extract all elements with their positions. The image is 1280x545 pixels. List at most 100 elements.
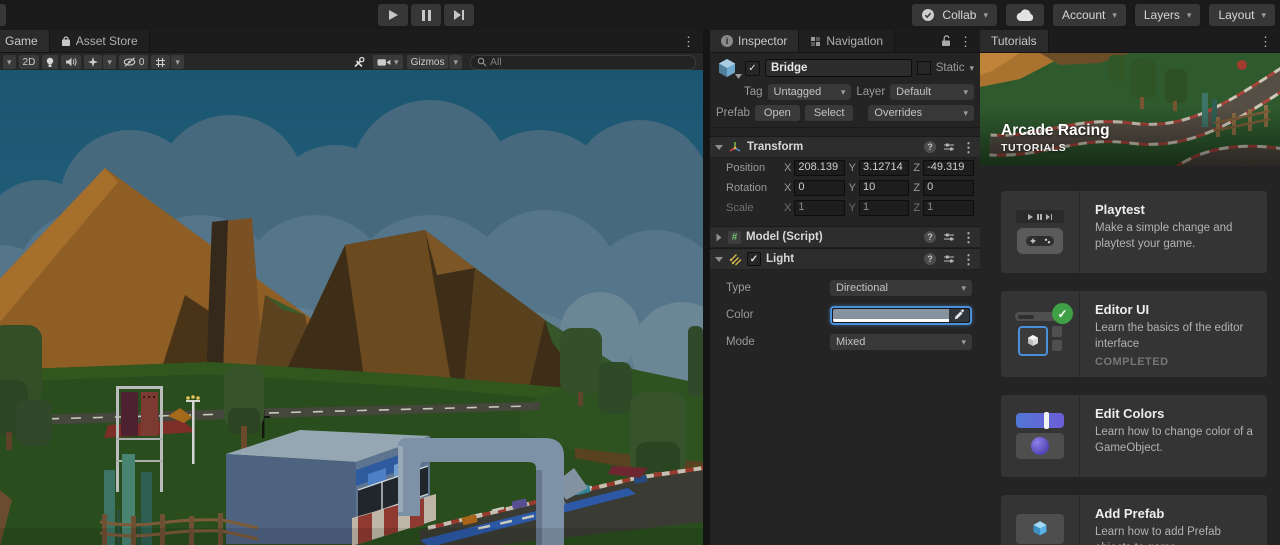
active-checkbox[interactable]: ✓: [745, 60, 760, 76]
layout-dropdown[interactable]: Layout ▾: [1209, 4, 1275, 26]
help-icon[interactable]: ?: [924, 253, 936, 265]
layers-dropdown[interactable]: Layers ▾: [1134, 4, 1201, 26]
tab-tutorials[interactable]: Tutorials: [980, 30, 1049, 52]
kebab-menu-icon[interactable]: ⋮: [962, 253, 975, 266]
lighting-toggle[interactable]: [42, 55, 59, 69]
kebab-menu-icon[interactable]: ⋮: [682, 35, 695, 48]
eyedropper-button[interactable]: [949, 308, 969, 322]
chevron-down-icon: ▾: [961, 282, 966, 293]
card-description: Learn how to add Prefab objects to game: [1095, 526, 1221, 545]
camera-dropdown[interactable]: ▾: [373, 55, 403, 69]
foldout-icon[interactable]: [715, 256, 723, 262]
2d-toggle[interactable]: 2D: [18, 55, 40, 69]
transform-component-header[interactable]: Transform ? ⋮: [710, 136, 980, 158]
tools-button[interactable]: [348, 55, 369, 69]
tab-asset-store-label: Asset Store: [75, 34, 138, 48]
game-viewport[interactable]: [0, 70, 703, 545]
sphere-tile-icon: [1016, 433, 1064, 460]
collab-button[interactable]: Collab ▾: [912, 4, 997, 26]
kebab-menu-icon[interactable]: ⋮: [962, 231, 975, 244]
grid-dropdown[interactable]: ▾: [171, 55, 184, 69]
account-dropdown[interactable]: Account ▾: [1052, 4, 1126, 26]
tab-inspector-label: Inspector: [738, 34, 788, 48]
light-mode-dropdown[interactable]: Mixed ▾: [830, 334, 972, 350]
presets-icon[interactable]: [943, 142, 955, 152]
panel-splitter[interactable]: [703, 30, 710, 545]
tutorial-card-playtest[interactable]: Playtest Make a simple change and playte…: [1001, 191, 1267, 273]
position-x-field[interactable]: 208.139: [794, 160, 845, 176]
light-type-dropdown[interactable]: Directional ▾: [830, 280, 972, 296]
kebab-menu-icon[interactable]: ⋮: [962, 141, 975, 154]
rotation-row: Rotation X0 Y 10 Z0: [710, 178, 980, 198]
step-button[interactable]: [444, 4, 474, 26]
tab-asset-store[interactable]: Asset Store: [49, 30, 150, 52]
search-input[interactable]: All: [470, 54, 696, 70]
light-component-header[interactable]: ✓ Light ? ⋮: [710, 248, 980, 270]
tutorial-card-add-prefab[interactable]: Add Prefab Learn how to add Prefab objec…: [1001, 495, 1267, 545]
prefab-select-button[interactable]: Select: [804, 105, 854, 121]
grid-toggle[interactable]: [151, 55, 171, 69]
chevron-down-icon: ▾: [1186, 9, 1192, 20]
static-dropdown-icon[interactable]: ▾: [969, 63, 974, 73]
gizmos-dropdown[interactable]: ▾: [449, 55, 462, 69]
rotation-y-field[interactable]: 10: [859, 180, 910, 196]
effects-dropdown[interactable]: ▾: [103, 55, 116, 69]
presets-icon[interactable]: [943, 232, 955, 242]
gameobject-cube-icon[interactable]: [716, 57, 742, 79]
chevron-down-icon: ▾: [983, 9, 988, 20]
pause-button[interactable]: [411, 4, 441, 26]
foldout-icon[interactable]: [716, 233, 722, 241]
model-script-title: Model (Script): [746, 231, 823, 243]
hidden-count: 0: [138, 56, 145, 68]
rotation-label: Rotation: [726, 182, 767, 194]
position-z-field[interactable]: -49.319: [923, 160, 975, 176]
scale-x-field[interactable]: 1: [794, 200, 845, 216]
prefab-open-button[interactable]: Open: [754, 105, 800, 121]
speaker-icon: [66, 57, 77, 67]
effects-toggle[interactable]: [84, 55, 103, 69]
kebab-menu-icon[interactable]: ⋮: [959, 35, 972, 48]
chevron-down-icon: ▾: [1261, 9, 1266, 20]
chevron-down-icon: ▾: [840, 86, 846, 97]
scale-y-field[interactable]: 1: [859, 200, 910, 216]
play-button[interactable]: [378, 4, 408, 26]
tab-game[interactable]: Game: [0, 30, 50, 52]
chevron-down-icon: ▾: [963, 107, 968, 118]
info-icon: i: [721, 35, 733, 47]
audio-toggle[interactable]: [61, 55, 82, 69]
playmode-controls: [378, 4, 474, 26]
model-script-header[interactable]: # Model (Script) ? ⋮: [710, 226, 980, 248]
foldout-icon[interactable]: [715, 144, 723, 150]
unlock-icon[interactable]: [941, 35, 951, 47]
card-title: Editor UI: [1095, 302, 1150, 317]
tutorial-card-edit-colors[interactable]: Edit Colors Learn how to change color of…: [1001, 395, 1267, 478]
light-color-field[interactable]: [833, 308, 969, 322]
tutorial-card-editor-ui[interactable]: ✓ Editor UI Learn the basics of the edit…: [1001, 291, 1267, 378]
display-dropdown[interactable]: ▾: [3, 55, 16, 69]
rotation-z-field[interactable]: 0: [923, 180, 975, 196]
color-swatch[interactable]: [833, 308, 949, 322]
static-checkbox[interactable]: [916, 61, 931, 75]
gizmos-button[interactable]: Gizmos: [406, 55, 449, 69]
light-enabled-checkbox[interactable]: ✓: [747, 252, 761, 266]
hidden-objects-toggle[interactable]: 0: [118, 55, 149, 69]
layer-dropdown[interactable]: Default ▾: [890, 84, 975, 100]
prefab-overrides-dropdown[interactable]: Overrides ▾: [868, 105, 974, 121]
gameobject-name-field[interactable]: Bridge: [765, 59, 912, 77]
position-y-field[interactable]: 3.12714: [859, 160, 910, 176]
layer-label: Layer: [856, 86, 886, 98]
kebab-menu-icon[interactable]: ⋮: [1259, 35, 1272, 48]
chevron-down-icon: ▾: [175, 56, 180, 67]
scale-z-field[interactable]: 1: [923, 200, 975, 216]
tab-inspector[interactable]: i Inspector: [710, 30, 800, 52]
rotation-x-field[interactable]: 0: [794, 180, 845, 196]
help-icon[interactable]: ?: [924, 231, 936, 243]
inspector-panel: i Inspector Navigation ⋮ ✓ Bridge Static…: [710, 30, 980, 545]
help-icon[interactable]: ?: [924, 141, 936, 153]
tag-dropdown[interactable]: Untagged ▾: [767, 84, 852, 100]
cloud-button[interactable]: [1005, 4, 1044, 26]
presets-icon[interactable]: [943, 254, 955, 264]
clipped-tool-button[interactable]: [0, 4, 6, 26]
tab-navigation[interactable]: Navigation: [799, 30, 896, 52]
light-mode-row: Mode Mixed ▾: [710, 330, 980, 354]
